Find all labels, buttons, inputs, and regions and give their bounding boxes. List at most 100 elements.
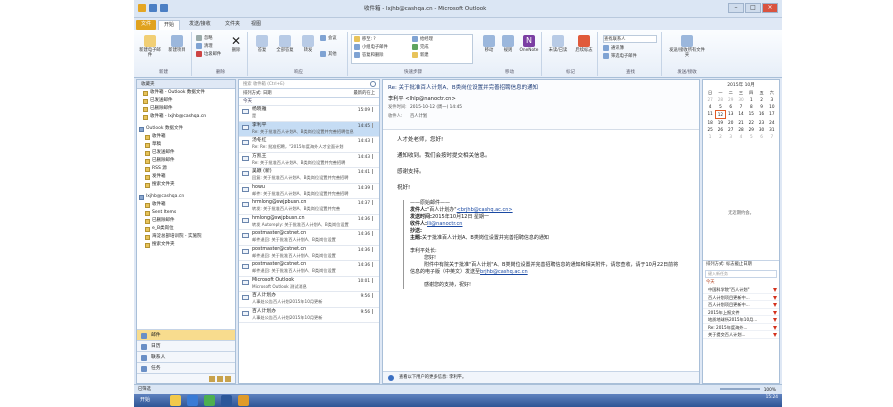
- calendar-day[interactable]: 27: [705, 96, 715, 103]
- address-book-button[interactable]: 通讯簿: [603, 45, 624, 51]
- mail-item[interactable]: hrmlong@swjpbusn.cn 转发: 关于批准百人计划A、B类岗位设置并…: [239, 199, 379, 215]
- calendar-day[interactable]: 4: [736, 133, 746, 140]
- module-tasks[interactable]: 任务: [137, 362, 235, 373]
- calendar-day[interactable]: 30: [736, 96, 746, 103]
- calendar-day[interactable]: 2: [715, 133, 725, 140]
- calendar-day[interactable]: 1: [746, 96, 756, 103]
- nav-folder[interactable]: 搜索文件夹: [145, 241, 235, 249]
- mail-item[interactable]: hmlong@swjpbusn.cn 转发 Autoreply: 关于批准百人计划…: [239, 215, 379, 230]
- calendar-day[interactable]: 14: [736, 110, 746, 119]
- reply-button[interactable]: 答复: [252, 35, 272, 53]
- tab-view[interactable]: 视图: [246, 20, 266, 30]
- tab-home[interactable]: 开始: [158, 20, 181, 30]
- calendar-day[interactable]: 26: [715, 126, 725, 133]
- delete-button[interactable]: ✕ 删除: [226, 35, 246, 53]
- module-mail[interactable]: 邮件: [137, 329, 235, 340]
- calendar-day[interactable]: 1: [705, 133, 715, 140]
- send-receive-all-button[interactable]: 发送/接收所有文件夹: [667, 35, 707, 58]
- nav-folder[interactable]: 已发送邮件: [145, 149, 235, 157]
- notes-icon[interactable]: [209, 376, 215, 382]
- calendar-day[interactable]: 6: [726, 103, 736, 110]
- quote-address-link[interactable]: <brjhb@cashq.ac.cn>: [457, 207, 513, 213]
- mail-item[interactable]: postmaster@cstnet.cn 邮件退回: 关于批准百人计划A、B类岗位…: [239, 230, 379, 246]
- task-item[interactable]: 关于提交百人计划...: [703, 331, 779, 339]
- calendar-day[interactable]: 31: [767, 126, 777, 133]
- calendar-day[interactable]: 7: [736, 103, 746, 110]
- flag-icon[interactable]: [372, 308, 377, 314]
- search-input[interactable]: 搜索 收件箱 (Ctrl+E): [239, 80, 379, 89]
- flag-icon[interactable]: [372, 262, 377, 267]
- task-group-today[interactable]: 今天: [703, 279, 779, 286]
- new-items-button[interactable]: 新建项目: [164, 35, 190, 53]
- onenote-button[interactable]: N OneNote: [518, 35, 540, 53]
- calendar-day[interactable]: 7: [767, 133, 777, 140]
- minimize-icon[interactable]: –: [728, 3, 744, 13]
- calendar-day[interactable]: 11: [705, 110, 715, 119]
- calendar-day[interactable]: 9: [756, 103, 766, 110]
- calendar-day[interactable]: 3: [726, 133, 736, 140]
- calendar-day[interactable]: 2: [756, 96, 766, 103]
- word-icon[interactable]: [221, 395, 232, 406]
- flag-icon[interactable]: [372, 122, 377, 128]
- group-header-today[interactable]: 今天: [239, 98, 379, 106]
- calendar-day[interactable]: 22: [746, 119, 756, 126]
- tab-file[interactable]: 文件: [136, 20, 157, 30]
- move-button[interactable]: 移动: [480, 35, 498, 53]
- calendar-day[interactable]: 10: [767, 103, 777, 110]
- calendar-day[interactable]: 18: [705, 119, 715, 126]
- close-icon[interactable]: ×: [762, 3, 778, 13]
- app-icon[interactable]: [204, 395, 215, 406]
- calendar-day[interactable]: 13: [726, 110, 736, 119]
- people-pane-bar[interactable]: 查看以下用户的更多信息: 李利平。: [383, 371, 699, 383]
- calendar-day[interactable]: 4: [705, 103, 715, 110]
- flag-icon[interactable]: [372, 169, 377, 174]
- follow-up-button[interactable]: 后续标志: [572, 35, 596, 53]
- undo-icon[interactable]: [160, 4, 168, 12]
- message-sender[interactable]: 李利平 <lhlp@nanoctr.cn>: [388, 95, 694, 102]
- ignore-button[interactable]: 忽略: [196, 35, 213, 41]
- mail-item[interactable]: 百人计划办 人事处公告百人计划2015年10月更新 9:56: [239, 292, 379, 308]
- nav-folder[interactable]: RSS 源: [145, 165, 235, 173]
- calendar-day[interactable]: 20: [726, 119, 736, 126]
- nav-folder[interactable]: 收件箱: [145, 133, 235, 141]
- quick-step-to-manager[interactable]: 给经理: [412, 36, 433, 42]
- explorer-icon[interactable]: [170, 395, 181, 406]
- mail-item[interactable]: 汤冬红 Re: Re: 批准招聘，"2015年度海外人才全面计划 14:43: [239, 137, 379, 153]
- flag-icon[interactable]: [372, 277, 377, 283]
- nav-favorite-inbox-local[interactable]: 收件箱 - Outlook 数据文件: [143, 89, 235, 97]
- mail-item[interactable]: postmaster@cstnet.cn 邮件退回: 关于批准百人计划A、B类岗位…: [239, 246, 379, 261]
- nav-folder[interactable]: 草稿: [145, 141, 235, 149]
- flag-icon[interactable]: [372, 200, 377, 205]
- flag-icon[interactable]: [372, 107, 377, 112]
- nav-folder[interactable]: Sent Items: [145, 209, 235, 217]
- flag-icon[interactable]: [372, 215, 377, 221]
- calendar-day[interactable]: 8: [746, 103, 756, 110]
- nav-folder[interactable]: 已删除邮件: [145, 217, 235, 225]
- nav-folder[interactable]: 发件箱: [145, 173, 235, 181]
- quick-step-reply-delete[interactable]: 答复和删除: [354, 52, 383, 58]
- nav-folder[interactable]: 海淀总部培训院 - 实施院: [145, 233, 235, 241]
- calendar-day[interactable]: 25: [705, 126, 715, 133]
- calendar-month[interactable]: 2015年 10月: [705, 82, 777, 89]
- unread-read-button[interactable]: 未读/已读: [546, 35, 570, 53]
- nav-folder[interactable]: 已删除邮件: [145, 157, 235, 165]
- mail-item[interactable]: howu 邮件: 关于批准百人计划A、B类岗位设置并完善招聘 14:39: [239, 184, 379, 199]
- task-item[interactable]: 百人计划项目更新中...: [703, 301, 779, 309]
- module-calendar[interactable]: 日历: [137, 340, 235, 351]
- quick-step-team-email[interactable]: 小组电子邮件: [354, 44, 388, 50]
- junk-button[interactable]: 垃圾邮件: [196, 51, 221, 57]
- system-clock[interactable]: 15:24: [766, 395, 778, 400]
- calendar-day[interactable]: 5: [715, 103, 725, 110]
- flag-icon[interactable]: [372, 153, 377, 159]
- quick-step-new[interactable]: 新建: [412, 52, 429, 58]
- nav-folder[interactable]: e_B类岗位: [145, 225, 235, 233]
- task-item[interactable]: 百人计划项目更新中...: [703, 294, 779, 301]
- mail-item[interactable]: 百人计划办 人事处公告百人计划2015年10月更新 9:56: [239, 308, 379, 323]
- task-item[interactable]: 中国科学院"百人计划": [703, 286, 779, 294]
- tab-folder[interactable]: 文件夹: [220, 20, 245, 30]
- quick-step-done[interactable]: 完成: [412, 44, 429, 50]
- more-respond-button[interactable]: 其他: [320, 51, 337, 57]
- task-sort-header[interactable]: 排列方式: 标志截止日期: [703, 260, 779, 269]
- flag-icon[interactable]: [372, 184, 377, 190]
- tab-send-receive[interactable]: 发送/接收: [184, 20, 216, 30]
